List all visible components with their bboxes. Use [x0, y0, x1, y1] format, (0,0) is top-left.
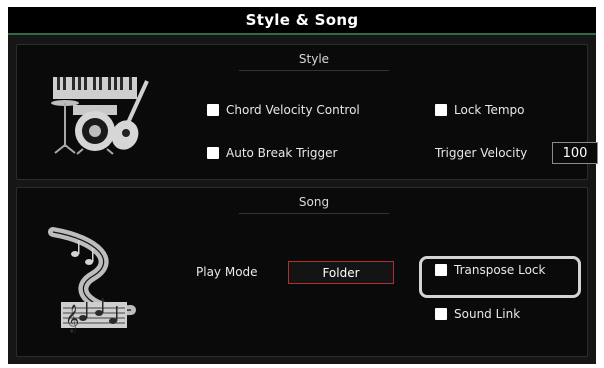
- style-panel: Style Chord Velocity Control Lock Tempo …: [16, 44, 598, 180]
- lock-tempo-label: Lock Tempo: [454, 103, 525, 117]
- trigger-velocity-label: Trigger Velocity: [435, 146, 528, 160]
- style-section-heading: Style: [239, 47, 389, 71]
- checkbox-box[interactable]: [435, 104, 447, 116]
- play-mode-row: Play Mode: [196, 263, 258, 281]
- sound-link-checkbox[interactable]: Sound Link: [435, 305, 520, 323]
- svg-text:𝄞: 𝄞: [65, 304, 79, 333]
- chord-velocity-control-checkbox[interactable]: Chord Velocity Control: [207, 101, 360, 119]
- transpose-lock-highlight: [419, 256, 581, 298]
- play-mode-label: Play Mode: [196, 265, 258, 279]
- checkbox-box[interactable]: [207, 104, 219, 116]
- song-section-heading: Song: [239, 190, 389, 214]
- music-notes-ribbon-icon: 𝄞: [39, 226, 143, 336]
- checkbox-box[interactable]: [435, 308, 447, 320]
- trigger-velocity-row: Trigger Velocity: [435, 144, 527, 162]
- drums-keyboard-guitar-icon: [47, 73, 151, 155]
- style-song-screen: Style & Song Style Chord Velocity Contro…: [8, 7, 598, 364]
- sound-link-label: Sound Link: [454, 307, 521, 321]
- title-bar: Style & Song: [8, 7, 596, 35]
- trigger-velocity-value-field[interactable]: 100: [552, 142, 598, 164]
- auto-break-trigger-checkbox[interactable]: Auto Break Trigger: [207, 144, 337, 162]
- chord-velocity-control-label: Chord Velocity Control: [226, 103, 360, 117]
- lock-tempo-checkbox[interactable]: Lock Tempo: [435, 101, 525, 119]
- play-mode-select[interactable]: Folder: [288, 261, 394, 284]
- checkbox-box[interactable]: [207, 147, 219, 159]
- auto-break-trigger-label: Auto Break Trigger: [226, 146, 338, 160]
- page-title: Style & Song: [245, 11, 359, 29]
